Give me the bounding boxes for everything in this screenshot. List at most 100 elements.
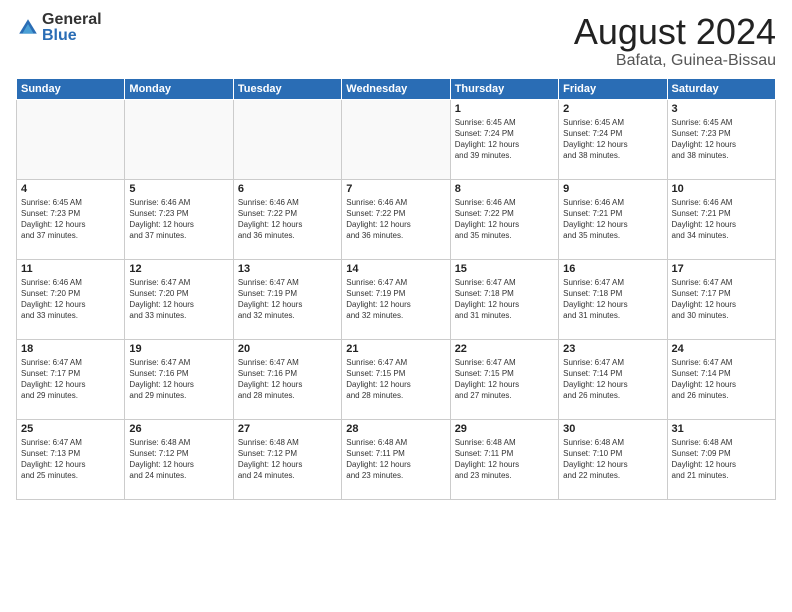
calendar-day: 12 Sunrise: 6:47 AM Sunset: 7:20 PM Dayli… <box>125 259 233 339</box>
day-info: Sunrise: 6:46 AM Sunset: 7:22 PM Dayligh… <box>346 197 445 242</box>
day-number: 1 <box>455 103 554 115</box>
col-friday: Friday <box>559 78 667 99</box>
calendar: Sunday Monday Tuesday Wednesday Thursday… <box>16 78 776 500</box>
col-tuesday: Tuesday <box>233 78 341 99</box>
logo-general: General <box>42 12 102 28</box>
calendar-day <box>233 99 341 179</box>
day-info: Sunrise: 6:48 AM Sunset: 7:10 PM Dayligh… <box>563 437 662 482</box>
calendar-day: 1 Sunrise: 6:45 AM Sunset: 7:24 PM Daylig… <box>450 99 558 179</box>
col-saturday: Saturday <box>667 78 775 99</box>
day-info: Sunrise: 6:47 AM Sunset: 7:16 PM Dayligh… <box>129 357 228 402</box>
calendar-day: 18 Sunrise: 6:47 AM Sunset: 7:17 PM Dayli… <box>17 339 125 419</box>
day-number: 6 <box>238 183 337 195</box>
day-info: Sunrise: 6:47 AM Sunset: 7:16 PM Dayligh… <box>238 357 337 402</box>
day-number: 31 <box>672 423 771 435</box>
day-info: Sunrise: 6:45 AM Sunset: 7:24 PM Dayligh… <box>563 117 662 162</box>
calendar-day: 27Sunrise: 6:48 AM Sunset: 7:12 PM Dayli… <box>233 419 341 499</box>
col-monday: Monday <box>125 78 233 99</box>
day-number: 17 <box>672 263 771 275</box>
day-number: 10 <box>672 183 771 195</box>
day-number: 18 <box>21 343 120 355</box>
location: Bafata, Guinea-Bissau <box>574 52 776 70</box>
calendar-day: 7 Sunrise: 6:46 AM Sunset: 7:22 PM Daylig… <box>342 179 450 259</box>
day-number: 14 <box>346 263 445 275</box>
day-number: 25 <box>21 423 120 435</box>
logo: General Blue <box>16 12 102 44</box>
calendar-day: 22 Sunrise: 6:47 AM Sunset: 7:15 PM Dayli… <box>450 339 558 419</box>
day-number: 5 <box>129 183 228 195</box>
day-info: Sunrise: 6:47 AM Sunset: 7:19 PM Dayligh… <box>238 277 337 322</box>
day-info: Sunrise: 6:47 AM Sunset: 7:18 PM Dayligh… <box>455 277 554 322</box>
day-info: Sunrise: 6:48 AM Sunset: 7:09 PM Dayligh… <box>672 437 771 482</box>
calendar-week-2: 4Sunrise: 6:45 AM Sunset: 7:23 PM Daylig… <box>17 179 776 259</box>
calendar-day: 11 Sunrise: 6:46 AM Sunset: 7:20 PM Dayli… <box>17 259 125 339</box>
day-info: Sunrise: 6:48 AM Sunset: 7:11 PM Dayligh… <box>346 437 445 482</box>
day-info: Sunrise: 6:48 AM Sunset: 7:11 PM Dayligh… <box>455 437 554 482</box>
day-number: 26 <box>129 423 228 435</box>
day-info: Sunrise: 6:47 AM Sunset: 7:13 PM Dayligh… <box>21 437 120 482</box>
col-sunday: Sunday <box>17 78 125 99</box>
day-info: Sunrise: 6:46 AM Sunset: 7:21 PM Dayligh… <box>672 197 771 242</box>
day-number: 15 <box>455 263 554 275</box>
day-number: 9 <box>563 183 662 195</box>
calendar-day: 23Sunrise: 6:47 AM Sunset: 7:14 PM Dayli… <box>559 339 667 419</box>
day-info: Sunrise: 6:46 AM Sunset: 7:20 PM Dayligh… <box>21 277 120 322</box>
calendar-week-4: 18 Sunrise: 6:47 AM Sunset: 7:17 PM Dayli… <box>17 339 776 419</box>
day-number: 24 <box>672 343 771 355</box>
day-number: 8 <box>455 183 554 195</box>
calendar-day: 20 Sunrise: 6:47 AM Sunset: 7:16 PM Dayli… <box>233 339 341 419</box>
calendar-day: 15 Sunrise: 6:47 AM Sunset: 7:18 PM Dayli… <box>450 259 558 339</box>
day-number: 20 <box>238 343 337 355</box>
day-number: 22 <box>455 343 554 355</box>
day-number: 16 <box>563 263 662 275</box>
calendar-week-1: 1 Sunrise: 6:45 AM Sunset: 7:24 PM Daylig… <box>17 99 776 179</box>
calendar-day: 26Sunrise: 6:48 AM Sunset: 7:12 PM Dayli… <box>125 419 233 499</box>
calendar-day: 5 Sunrise: 6:46 AM Sunset: 7:23 PM Daylig… <box>125 179 233 259</box>
page-header: General Blue August 2024 Bafata, Guinea-… <box>16 12 776 70</box>
month-title: August 2024 <box>574 12 776 52</box>
col-thursday: Thursday <box>450 78 558 99</box>
calendar-day: 14Sunrise: 6:47 AM Sunset: 7:19 PM Dayli… <box>342 259 450 339</box>
calendar-day: 28 Sunrise: 6:48 AM Sunset: 7:11 PM Dayli… <box>342 419 450 499</box>
day-info: Sunrise: 6:46 AM Sunset: 7:23 PM Dayligh… <box>129 197 228 242</box>
calendar-day: 31 Sunrise: 6:48 AM Sunset: 7:09 PM Dayli… <box>667 419 775 499</box>
calendar-week-5: 25 Sunrise: 6:47 AM Sunset: 7:13 PM Dayli… <box>17 419 776 499</box>
day-number: 7 <box>346 183 445 195</box>
day-number: 19 <box>129 343 228 355</box>
calendar-day: 4Sunrise: 6:45 AM Sunset: 7:23 PM Daylig… <box>17 179 125 259</box>
day-info: Sunrise: 6:45 AM Sunset: 7:23 PM Dayligh… <box>21 197 120 242</box>
day-info: Sunrise: 6:46 AM Sunset: 7:21 PM Dayligh… <box>563 197 662 242</box>
calendar-header-row: Sunday Monday Tuesday Wednesday Thursday… <box>17 78 776 99</box>
day-info: Sunrise: 6:47 AM Sunset: 7:18 PM Dayligh… <box>563 277 662 322</box>
calendar-day <box>125 99 233 179</box>
title-block: August 2024 Bafata, Guinea-Bissau <box>574 12 776 70</box>
day-number: 12 <box>129 263 228 275</box>
day-info: Sunrise: 6:47 AM Sunset: 7:20 PM Dayligh… <box>129 277 228 322</box>
calendar-day: 2Sunrise: 6:45 AM Sunset: 7:24 PM Daylig… <box>559 99 667 179</box>
day-number: 13 <box>238 263 337 275</box>
calendar-day: 25 Sunrise: 6:47 AM Sunset: 7:13 PM Dayli… <box>17 419 125 499</box>
logo-text: General Blue <box>42 12 102 44</box>
day-info: Sunrise: 6:47 AM Sunset: 7:17 PM Dayligh… <box>672 277 771 322</box>
calendar-day: 3 Sunrise: 6:45 AM Sunset: 7:23 PM Daylig… <box>667 99 775 179</box>
calendar-day: 16 Sunrise: 6:47 AM Sunset: 7:18 PM Dayli… <box>559 259 667 339</box>
day-number: 11 <box>21 263 120 275</box>
day-info: Sunrise: 6:45 AM Sunset: 7:24 PM Dayligh… <box>455 117 554 162</box>
day-info: Sunrise: 6:47 AM Sunset: 7:15 PM Dayligh… <box>346 357 445 402</box>
logo-blue: Blue <box>42 28 102 44</box>
day-info: Sunrise: 6:46 AM Sunset: 7:22 PM Dayligh… <box>238 197 337 242</box>
calendar-day: 30Sunrise: 6:48 AM Sunset: 7:10 PM Dayli… <box>559 419 667 499</box>
calendar-day: 9 Sunrise: 6:46 AM Sunset: 7:21 PM Daylig… <box>559 179 667 259</box>
col-wednesday: Wednesday <box>342 78 450 99</box>
day-number: 3 <box>672 103 771 115</box>
day-info: Sunrise: 6:47 AM Sunset: 7:14 PM Dayligh… <box>563 357 662 402</box>
day-info: Sunrise: 6:47 AM Sunset: 7:17 PM Dayligh… <box>21 357 120 402</box>
calendar-day <box>342 99 450 179</box>
day-info: Sunrise: 6:45 AM Sunset: 7:23 PM Dayligh… <box>672 117 771 162</box>
day-number: 27 <box>238 423 337 435</box>
day-info: Sunrise: 6:47 AM Sunset: 7:15 PM Dayligh… <box>455 357 554 402</box>
calendar-day: 17 Sunrise: 6:47 AM Sunset: 7:17 PM Dayli… <box>667 259 775 339</box>
calendar-day: 8Sunrise: 6:46 AM Sunset: 7:22 PM Daylig… <box>450 179 558 259</box>
day-number: 28 <box>346 423 445 435</box>
day-number: 21 <box>346 343 445 355</box>
